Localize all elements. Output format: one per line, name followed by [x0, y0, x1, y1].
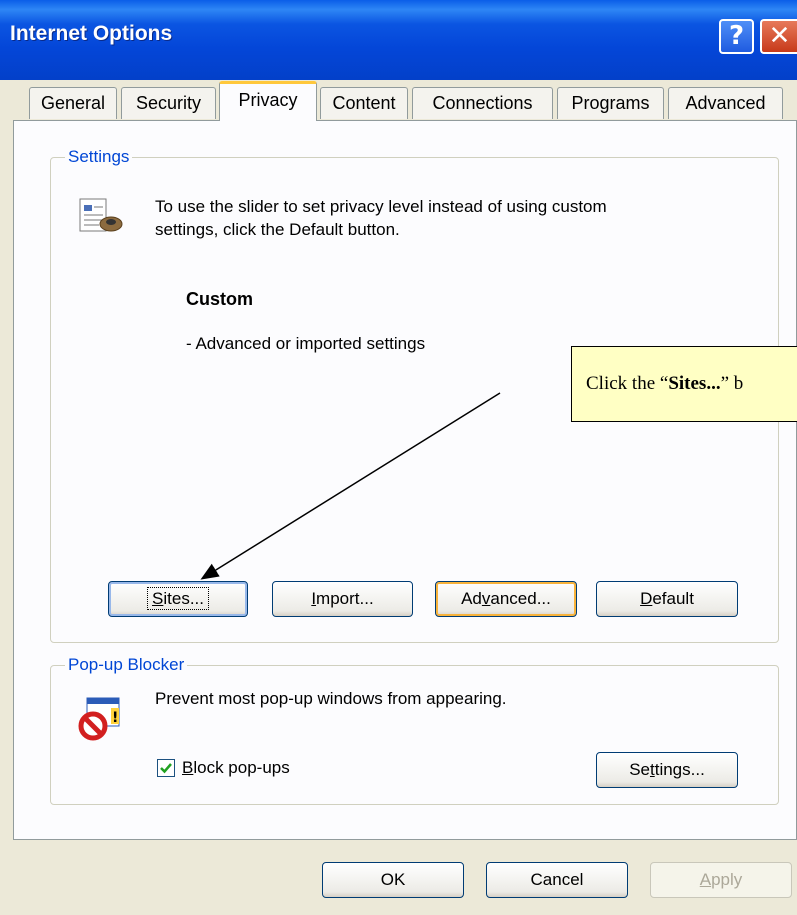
tab-privacy[interactable]: Privacy: [219, 81, 317, 121]
tab-security[interactable]: Security: [121, 87, 216, 119]
popup-blocker-group: Pop-up Blocker ! Prevent most pop-up win…: [50, 655, 779, 805]
privacy-settings-icon: [79, 198, 123, 232]
instruction-callout: Click the “Sites...” b: [571, 346, 797, 422]
privacy-level-description: - Advanced or imported settings: [186, 334, 426, 353]
popup-blocker-group-title: Pop-up Blocker: [65, 655, 188, 675]
apply-button[interactable]: Apply: [650, 862, 792, 898]
settings-description-line2: settings, click the Default button.: [155, 220, 400, 239]
help-button[interactable]: ?: [719, 19, 754, 54]
tab-connections[interactable]: Connections: [412, 87, 553, 119]
tab-programs[interactable]: Programs: [557, 87, 664, 119]
close-icon: ✕: [768, 21, 791, 51]
svg-text:!: !: [112, 710, 118, 726]
help-icon: ?: [728, 21, 745, 51]
cancel-button[interactable]: Cancel: [486, 862, 628, 898]
popup-description: Prevent most pop-up windows from appeari…: [155, 689, 507, 708]
settings-description-line1: To use the slider to set privacy level i…: [155, 197, 607, 216]
tab-strip: General Security Privacy Content Connect…: [0, 80, 797, 121]
internet-options-window: Internet Options ? ✕ General Security Pr…: [0, 0, 797, 915]
sites-button[interactable]: Sites...: [108, 581, 248, 617]
title-bar[interactable]: Internet Options ? ✕: [0, 0, 797, 80]
tab-general[interactable]: General: [29, 87, 117, 119]
default-button[interactable]: Default: [596, 581, 738, 617]
block-popups-label[interactable]: Block pop-ups: [182, 758, 290, 778]
settings-group-title: Settings: [65, 147, 133, 167]
window-title: Internet Options: [10, 22, 173, 45]
import-button[interactable]: Import...: [272, 581, 413, 617]
checkmark-icon: [160, 763, 172, 774]
privacy-tab-panel: Settings To use the slider to set privac…: [13, 120, 797, 840]
tab-advanced[interactable]: Advanced: [668, 87, 783, 119]
advanced-button[interactable]: Advanced...: [435, 581, 577, 617]
close-button[interactable]: ✕: [760, 19, 797, 54]
popup-settings-button[interactable]: Settings...: [596, 752, 738, 788]
privacy-level-title: Custom: [186, 289, 253, 309]
ok-button[interactable]: OK: [322, 862, 464, 898]
popup-blocker-icon: !: [78, 697, 120, 741]
block-popups-checkbox[interactable]: [157, 759, 175, 777]
tab-content[interactable]: Content: [320, 87, 408, 119]
